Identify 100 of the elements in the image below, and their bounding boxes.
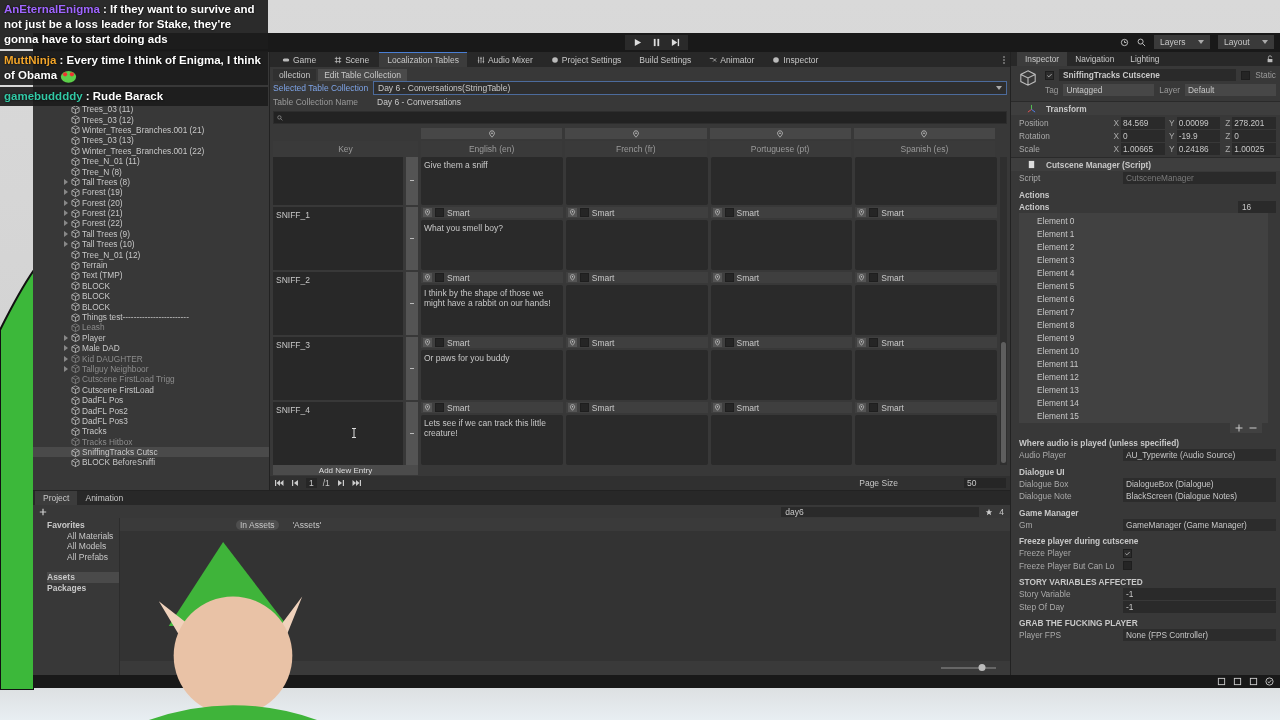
static-checkbox[interactable] xyxy=(1241,70,1251,80)
play-icon[interactable] xyxy=(633,38,642,47)
array-element[interactable]: Element 7 xyxy=(1019,305,1268,318)
object-name-field[interactable]: SniffingTracks Cutscene xyxy=(1059,69,1237,81)
project-search-field[interactable]: day6 xyxy=(781,506,980,517)
active-checkbox[interactable] xyxy=(1045,70,1054,80)
smart-checkbox[interactable] xyxy=(724,273,734,282)
check-circle-icon[interactable] xyxy=(1265,677,1274,686)
locale-icon[interactable] xyxy=(567,338,577,347)
smart-checkbox[interactable] xyxy=(579,208,589,217)
smart-checkbox[interactable] xyxy=(724,338,734,347)
editor-tab[interactable]: Build Settings xyxy=(631,52,700,67)
array-size-field[interactable]: 16 xyxy=(1238,200,1276,213)
number-field[interactable]: 0 xyxy=(1121,129,1165,142)
smart-checkbox[interactable] xyxy=(579,403,589,412)
step-icon[interactable] xyxy=(671,38,680,47)
number-field[interactable]: 0.00099 xyxy=(1176,116,1221,129)
number-field[interactable]: 278.201 xyxy=(1232,116,1276,129)
next-page-icon[interactable] xyxy=(335,479,346,487)
editor-tab[interactable]: Animator xyxy=(701,52,763,67)
hierarchy-item[interactable]: Cutscene FirstLoad xyxy=(33,384,269,395)
hierarchy-item[interactable]: Winter_Trees_Branches.001 (22) xyxy=(33,145,269,156)
first-page-icon[interactable] xyxy=(274,479,284,487)
locale-icon[interactable] xyxy=(857,208,867,217)
more-menu-icon[interactable] xyxy=(1002,54,1006,65)
favorite-item[interactable]: All Prefabs xyxy=(47,551,119,562)
hierarchy-item[interactable]: Forest (19) xyxy=(33,187,269,198)
scrollbar[interactable] xyxy=(1000,157,1007,465)
previous-page-icon[interactable] xyxy=(290,479,300,487)
editor-tab[interactable]: Audio Mixer xyxy=(468,52,541,67)
smart-checkbox[interactable] xyxy=(435,403,444,412)
hierarchy-item[interactable]: Tall Trees (8) xyxy=(33,176,269,188)
number-field[interactable]: 1.00665 xyxy=(1121,142,1165,155)
smart-checkbox[interactable] xyxy=(869,403,879,412)
number-field[interactable]: 1.00025 xyxy=(1232,142,1276,155)
component-header[interactable]: Transform xyxy=(1011,101,1280,115)
hierarchy-item[interactable]: SniffingTracks Cutsc xyxy=(33,446,269,458)
array-element[interactable]: Element 6 xyxy=(1019,292,1268,305)
hierarchy-item[interactable]: Forest (21) xyxy=(33,207,269,219)
array-element[interactable]: Element 14 xyxy=(1019,396,1268,409)
array-element[interactable]: Element 8 xyxy=(1019,318,1268,331)
hierarchy-item[interactable]: Forest (20) xyxy=(33,197,269,208)
search-field[interactable] xyxy=(273,111,1007,124)
hierarchy-item[interactable]: Male DAD xyxy=(33,343,269,354)
array-element[interactable]: Element 0 xyxy=(1019,214,1268,227)
array-element[interactable]: Element 13 xyxy=(1019,383,1268,396)
add-new-entry-button[interactable]: Add New Entry xyxy=(273,465,418,475)
page-size-field[interactable]: 50 xyxy=(964,478,1006,488)
hierarchy-item[interactable]: Tall Trees (10) xyxy=(33,239,269,250)
array-element[interactable]: Element 4 xyxy=(1019,266,1268,279)
locale-icon[interactable] xyxy=(567,208,577,217)
smart-checkbox[interactable] xyxy=(869,273,879,282)
array-element[interactable]: Element 2 xyxy=(1019,240,1268,253)
number-field[interactable]: -19.9 xyxy=(1176,129,1221,142)
key-field[interactable]: SNIFF_3 xyxy=(273,337,403,400)
hierarchy-item[interactable]: Text (TMP) xyxy=(33,270,269,281)
minus-icon[interactable] xyxy=(1249,424,1257,432)
array-element[interactable]: Element 9 xyxy=(1019,331,1268,344)
smart-checkbox[interactable] xyxy=(579,338,589,347)
translation-field[interactable]: I think by the shape of those we might have a rabbit on our hands! xyxy=(421,285,563,335)
project-tab[interactable]: Project xyxy=(35,491,78,505)
lock-icon[interactable] xyxy=(1266,55,1274,63)
locale-icon[interactable] xyxy=(857,338,867,347)
favorites-folder[interactable]: Favorites xyxy=(47,520,119,531)
last-page-icon[interactable] xyxy=(351,479,362,487)
hierarchy-item[interactable]: Forest (22) xyxy=(33,218,269,229)
hierarchy-item[interactable]: Winter_Trees_Branches.001 (21) xyxy=(33,124,269,136)
array-element[interactable]: Element 1 xyxy=(1019,227,1268,240)
smart-checkbox[interactable] xyxy=(435,273,444,282)
hierarchy-item[interactable]: DadFL Pos xyxy=(33,394,269,406)
editor-tab[interactable]: Game xyxy=(274,52,325,67)
array-element[interactable]: Element 10 xyxy=(1019,344,1268,357)
page-number-field[interactable]: 1 xyxy=(306,478,317,488)
locale-icon[interactable] xyxy=(567,273,577,282)
locale-icon[interactable] xyxy=(567,403,577,412)
array-element[interactable]: Element 3 xyxy=(1019,253,1268,266)
hierarchy-item[interactable]: Tree_N_01 (11) xyxy=(33,155,269,167)
checkbox[interactable] xyxy=(1123,561,1132,571)
hierarchy-item[interactable]: Tall Trees (9) xyxy=(33,228,269,240)
smart-checkbox[interactable] xyxy=(724,403,734,412)
object-field[interactable]: AU_Typewrite (Audio Source) xyxy=(1123,449,1276,462)
add-remove-buttons[interactable] xyxy=(1230,423,1262,433)
favorite-item[interactable]: All Models xyxy=(47,541,119,552)
inspector-tab[interactable]: Inspector xyxy=(1017,52,1068,66)
locale-icon[interactable] xyxy=(857,403,867,412)
locale-icon[interactable] xyxy=(423,208,432,217)
locale-icon[interactable] xyxy=(712,338,722,347)
pause-icon[interactable] xyxy=(652,38,661,47)
layers-dropdown[interactable]: Layers xyxy=(1154,35,1210,49)
locale-icon[interactable] xyxy=(712,403,722,412)
tag-dropdown[interactable]: Untagged xyxy=(1063,84,1155,96)
object-field[interactable]: BlackScreen (Dialogue Notes) xyxy=(1123,490,1276,503)
editor-tab[interactable]: Scene xyxy=(326,52,378,67)
object-field[interactable]: DialogueBox (Dialogue) xyxy=(1123,477,1276,490)
array-element[interactable]: Element 11 xyxy=(1019,357,1268,370)
hierarchy-item[interactable]: Tree_N_01 (12) xyxy=(33,249,269,260)
project-tab[interactable]: Animation xyxy=(77,491,132,505)
hierarchy-item[interactable]: Trees_03 (13) xyxy=(33,135,269,146)
locale-icon[interactable] xyxy=(857,273,867,282)
object-field[interactable]: GameManager (Game Manager) xyxy=(1123,518,1276,531)
